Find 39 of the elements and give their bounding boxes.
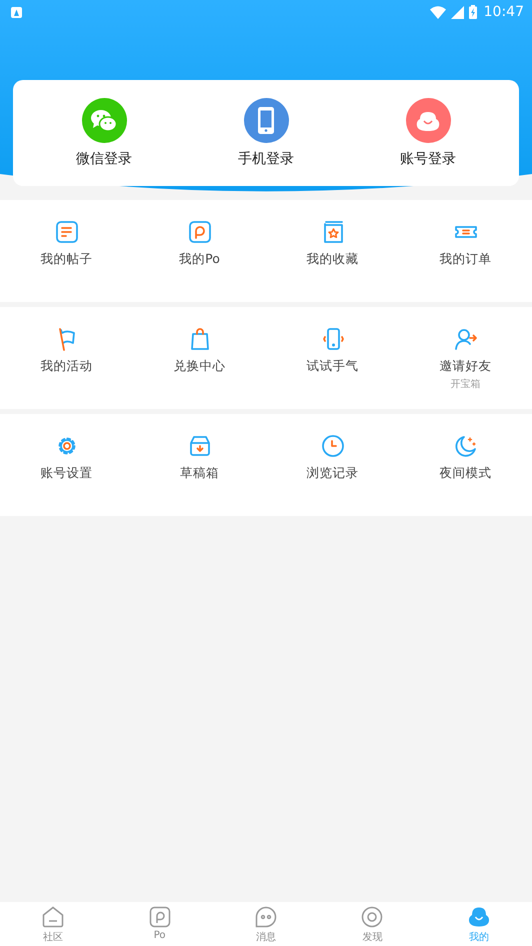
nav-tab[interactable]: Po bbox=[124, 902, 195, 946]
menu-item[interactable]: 我的收藏 bbox=[278, 200, 388, 268]
chat-icon bbox=[254, 906, 277, 928]
nav-tab[interactable]: 消息 bbox=[230, 902, 301, 946]
menu-item[interactable]: 试试手气 bbox=[278, 307, 388, 375]
nav-tab[interactable]: 发现 bbox=[337, 902, 408, 946]
moon-icon bbox=[454, 434, 478, 458]
battery-icon bbox=[468, 5, 477, 19]
menu-item[interactable]: 我的活动 bbox=[12, 307, 122, 375]
menu-item[interactable]: 我的订单 bbox=[410, 200, 520, 268]
login-option[interactable]: 账号登录 bbox=[368, 98, 488, 168]
phone-icon bbox=[258, 107, 274, 134]
menu-item[interactable]: 兑换中心 bbox=[144, 307, 254, 375]
profile-face-icon bbox=[416, 110, 440, 130]
add-user-icon bbox=[454, 327, 478, 351]
menu-item[interactable]: 我的帖子 bbox=[12, 200, 122, 268]
speech-bubble-icon bbox=[148, 906, 171, 928]
nav-tab[interactable]: 社区 bbox=[18, 902, 88, 946]
wechat-icon bbox=[90, 108, 118, 132]
home-icon bbox=[42, 906, 64, 928]
menu-item[interactable]: 账号设置 bbox=[12, 414, 122, 482]
wifi-icon bbox=[430, 6, 446, 18]
download-box-icon bbox=[188, 434, 212, 458]
speech-bubble-icon bbox=[188, 220, 212, 244]
menu-item[interactable]: 浏览记录 bbox=[278, 414, 388, 482]
profile-face-icon bbox=[468, 906, 490, 928]
compass-icon bbox=[361, 906, 384, 928]
notification-icon bbox=[11, 6, 22, 18]
menu-item[interactable]: 邀请好友 开宝箱 bbox=[410, 307, 520, 391]
menu-item[interactable]: 草稿箱 bbox=[144, 414, 254, 482]
post-list-icon bbox=[54, 220, 78, 244]
menu-item[interactable]: 夜间模式 bbox=[410, 414, 520, 482]
status-time: 10:47 bbox=[484, 4, 524, 20]
login-option[interactable]: 手机登录 bbox=[206, 98, 326, 168]
vibrating-phone-icon bbox=[320, 327, 344, 351]
menu-item[interactable]: 我的Po bbox=[144, 200, 254, 268]
signal-icon bbox=[450, 6, 464, 18]
clock-icon bbox=[320, 434, 344, 458]
login-option[interactable]: 微信登录 bbox=[44, 98, 164, 168]
